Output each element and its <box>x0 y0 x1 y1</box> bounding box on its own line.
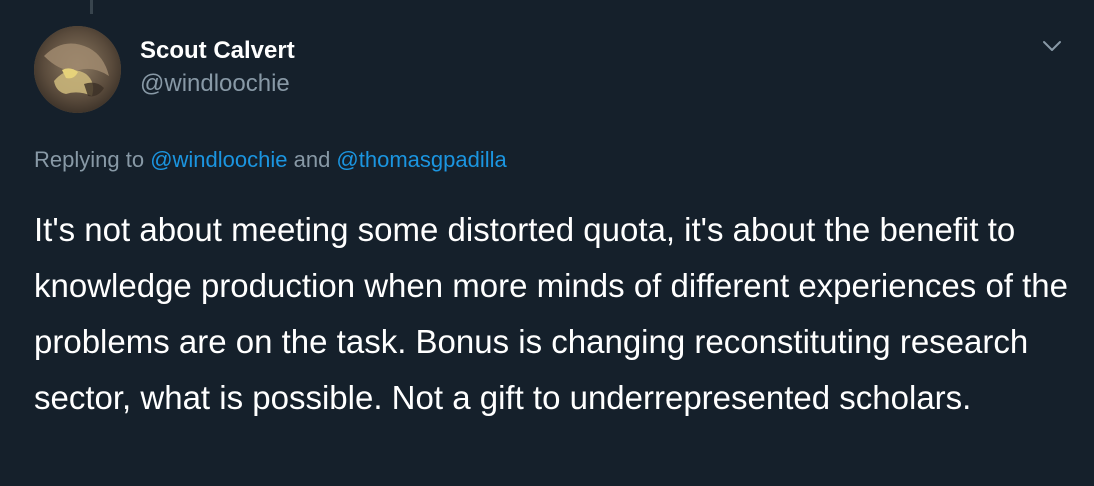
thread-connector-line <box>90 0 93 14</box>
user-handle[interactable]: @windloochie <box>140 69 295 99</box>
tweet-text: It's not about meeting some distorted qu… <box>34 211 1069 416</box>
tweet-menu-button[interactable] <box>1038 34 1066 58</box>
mention-link-thomasgpadilla[interactable]: @thomasgpadilla <box>336 147 506 172</box>
replying-to-label: Replying to <box>34 147 151 172</box>
user-avatar-icon <box>34 26 121 113</box>
replying-to-joiner: and <box>287 147 337 172</box>
replying-to: Replying to @windloochie and @thomasgpad… <box>34 146 507 174</box>
mention-link-windloochie[interactable]: @windloochie <box>150 147 287 172</box>
user-info: Scout Calvert @windloochie <box>140 36 295 99</box>
avatar[interactable] <box>34 26 121 113</box>
chevron-down-icon <box>1043 41 1061 51</box>
display-name[interactable]: Scout Calvert <box>140 36 295 66</box>
